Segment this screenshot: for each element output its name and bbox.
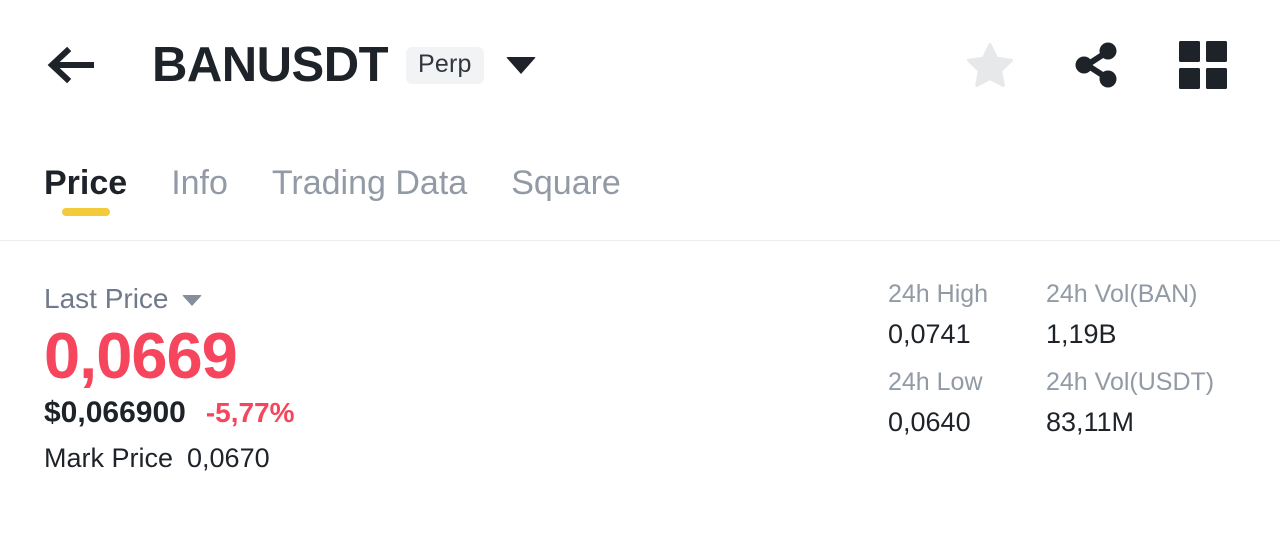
fiat-price-value: $0,066900 [44,396,186,430]
grid-view-button[interactable] [1178,40,1228,90]
price-type-label: Last Price [44,283,169,314]
stat-24h-vol-base: 24h Vol(BAN) 1,19B [1046,282,1214,348]
share-icon [1070,39,1122,91]
market-detail-screen: BANUSDT Perp Price Info Trading Data Squ… [0,0,1280,538]
stat-value: 83,11M [1046,407,1135,437]
back-button[interactable] [44,39,96,91]
mark-price-value: 0,0670 [187,443,270,474]
tab-square-label: Square [511,164,621,202]
tab-info[interactable]: Info [171,152,228,226]
share-button[interactable] [1070,39,1122,91]
stat-label: 24h Vol(USDT) [1046,368,1215,396]
page-title: BANUSDT [152,37,389,92]
grid-icon [1178,40,1228,90]
stat-value: 0,0640 [888,407,971,437]
tab-price-label: Price [44,164,128,202]
tab-trading-data-label: Trading Data [271,164,468,202]
mark-price-row: Mark Price 0,0670 [44,445,744,472]
tab-info-label: Info [171,164,228,202]
back-arrow-icon [45,43,95,87]
price-type-selector[interactable]: Last Price [44,282,744,316]
contract-type-badge: Perp [406,46,484,84]
tab-square[interactable]: Square [511,152,621,226]
tab-price[interactable]: Price [44,152,127,226]
tab-trading-data[interactable]: Trading Data [272,152,467,226]
price-panel: Last Price 0,0669 $0,066900 -5,77% Mark … [44,282,744,472]
price-secondary-row: $0,066900 -5,77% [44,398,744,428]
mark-price-label: Mark Price [44,443,174,474]
stat-label: 24h Vol(BAN) [1046,280,1198,308]
stat-24h-low: 24h Low 0,0640 [888,370,1046,436]
star-icon [966,42,1014,88]
header-bar: BANUSDT Perp [0,0,1280,130]
market-stats-grid: 24h High 0,0741 24h Vol(BAN) 1,19B 24h L… [888,282,1214,436]
caret-down-icon[interactable] [181,295,202,306]
stat-value: 1,19B [1046,319,1117,349]
tab-divider [0,240,1280,241]
stat-24h-high: 24h High 0,0741 [888,282,1046,348]
tab-active-indicator [61,208,110,216]
pair-title-group[interactable]: BANUSDT Perp [152,37,536,92]
stat-value: 0,0741 [888,319,971,349]
stat-24h-vol-quote: 24h Vol(USDT) 83,11M [1046,370,1214,436]
tab-bar: Price Info Trading Data Square [0,152,1280,242]
price-change-percent: -5,77% [205,397,295,429]
chevron-down-icon[interactable] [505,56,536,74]
last-price-value: 0,0669 [44,319,238,392]
stat-label: 24h High [888,280,989,308]
stat-label: 24h Low [888,368,983,396]
favorite-button[interactable] [966,42,1014,88]
header-actions [966,39,1228,91]
